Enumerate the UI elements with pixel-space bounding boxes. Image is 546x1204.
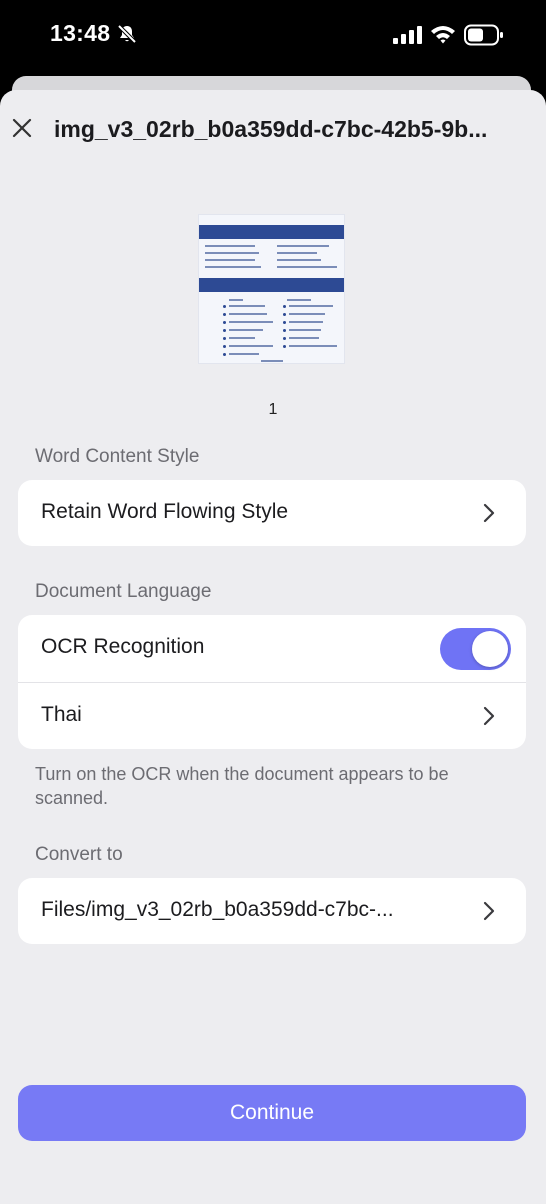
language-row[interactable]: Thai [18,683,526,749]
convert-to-row[interactable]: Files/img_v3_02rb_b0a359dd-c7bc-... [18,878,526,944]
continue-button[interactable]: Continue [18,1085,526,1141]
document-language-card: OCR Recognition Thai [18,615,526,749]
toggle-knob [472,631,508,667]
ocr-recognition-row: OCR Recognition [18,615,526,681]
convert-to-card: Files/img_v3_02rb_b0a359dd-c7bc-... [18,878,526,944]
bell-slash-icon [117,24,137,44]
convert-to-path: Files/img_v3_02rb_b0a359dd-c7bc-... [41,898,394,921]
cellular-signal-icon [393,26,422,44]
wifi-icon [431,26,455,44]
ocr-recognition-toggle[interactable] [440,628,511,670]
close-icon [12,118,32,138]
word-content-style-label: Word Content Style [35,446,200,467]
ocr-hint: Turn on the OCR when the document appear… [35,764,449,808]
language-value: Thai [41,703,82,726]
page-number: 1 [268,401,278,418]
document-language-label: Document Language [35,581,212,602]
ocr-recognition-label: OCR Recognition [41,635,205,658]
status-time: 13:48 [50,20,111,46]
word-content-style-value: Retain Word Flowing Style [41,500,289,523]
convert-sheet: img_v3_02rb_b0a359dd-c7bc-42b5-9b... 1 W… [0,90,546,1204]
convert-to-label: Convert to [35,844,123,865]
status-bar: 13:48 [0,0,546,72]
close-button[interactable] [8,114,36,142]
word-content-style-row[interactable]: Retain Word Flowing Style [18,480,526,546]
chevron-right-icon [483,706,495,726]
chevron-right-icon [483,503,495,523]
word-content-style-card: Retain Word Flowing Style [18,480,526,546]
document-title: img_v3_02rb_b0a359dd-c7bc-42b5-9b... [54,116,488,142]
page-thumbnail[interactable] [198,214,345,364]
battery-icon [464,24,503,46]
chevron-right-icon [483,901,495,921]
